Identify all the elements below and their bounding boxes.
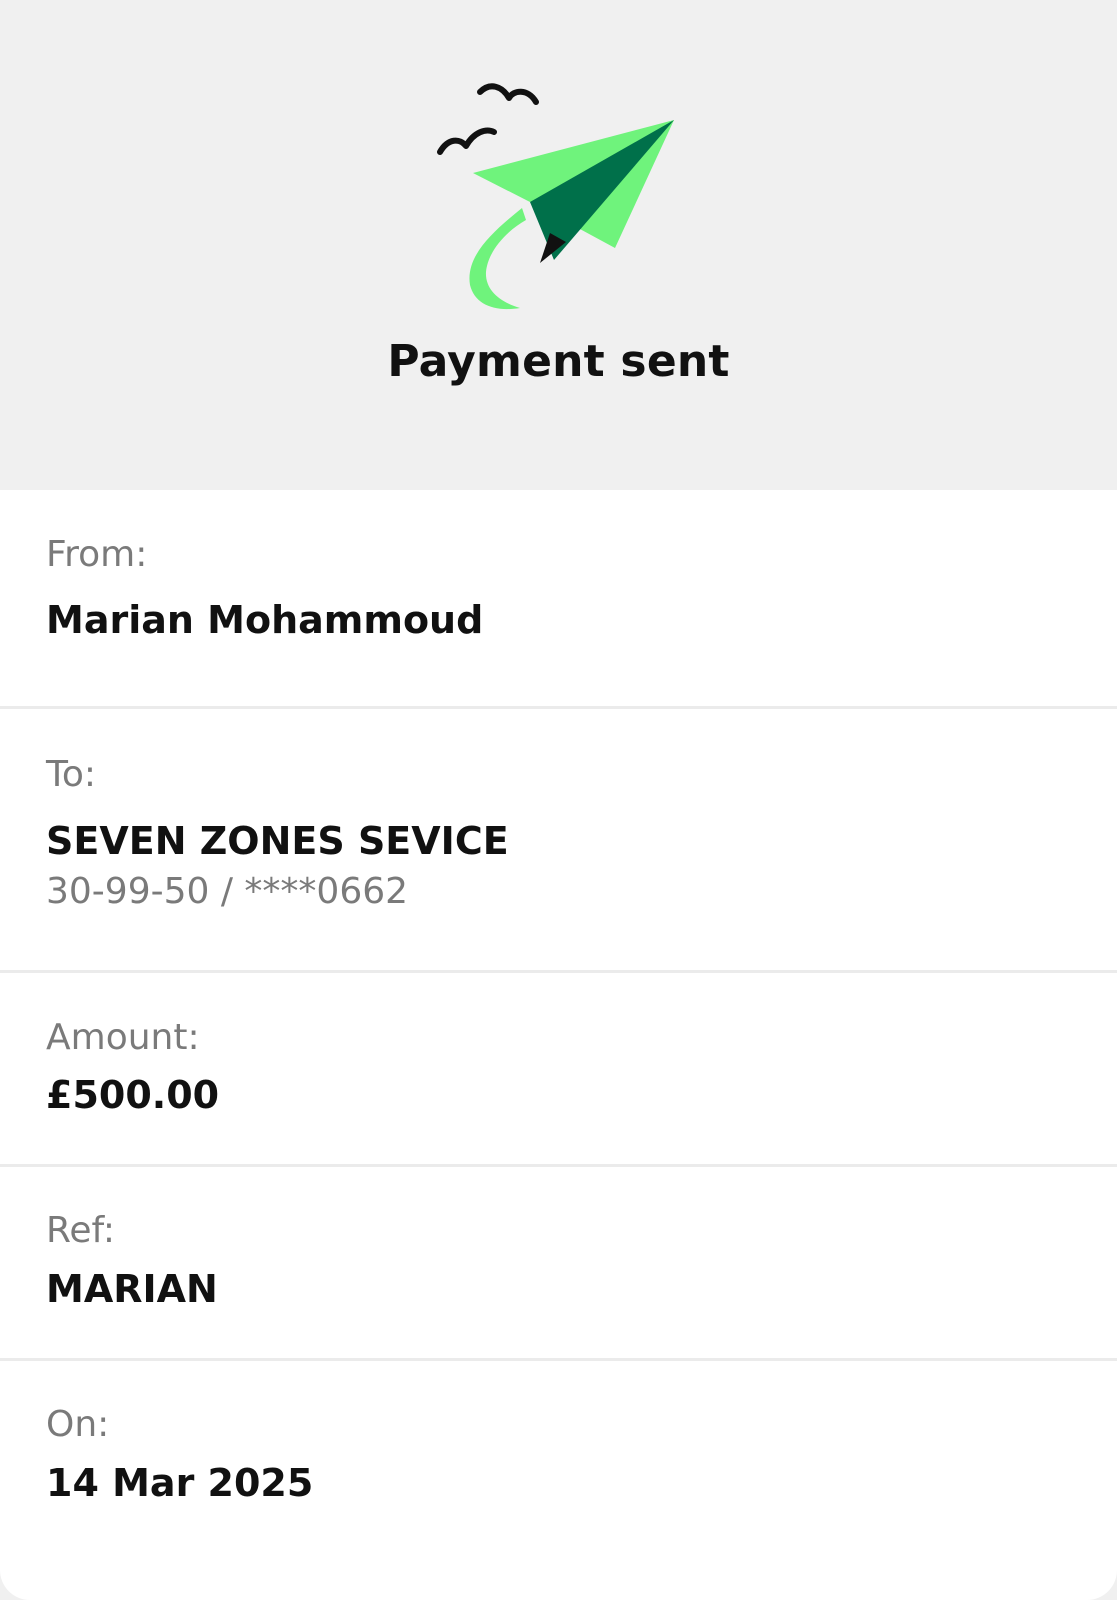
on-label: On: (46, 1404, 110, 1445)
to-account-number: 30-99-50 / ****0662 (46, 871, 409, 912)
ref-value: MARIAN (46, 1267, 218, 1311)
payment-confirmation-screen: Payment sent From: Marian Mohammoud To: … (0, 0, 1117, 1600)
from-value: Marian Mohammoud (46, 598, 484, 642)
on-value: 14 Mar 2025 (46, 1461, 314, 1505)
detail-row-amount: Amount: £500.00 (0, 973, 1117, 1167)
detail-row-on: On: 14 Mar 2025 (0, 1361, 1117, 1600)
detail-row-to: To: SEVEN ZONES SEVICE 30-99-50 / ****06… (0, 709, 1117, 973)
detail-row-ref: Ref: MARIAN (0, 1167, 1117, 1361)
detail-row-from: From: Marian Mohammoud (0, 490, 1117, 709)
amount-value: £500.00 (46, 1073, 220, 1117)
from-label: From: (46, 534, 148, 575)
paper-plane-icon (437, 83, 674, 310)
payment-details: From: Marian Mohammoud To: SEVEN ZONES S… (0, 490, 1117, 1600)
to-label: To: (46, 754, 97, 795)
confirmation-header: Payment sent (0, 0, 1117, 490)
to-value: SEVEN ZONES SEVICE (46, 819, 509, 863)
amount-label: Amount: (46, 1017, 200, 1058)
page-title: Payment sent (387, 336, 730, 387)
ref-label: Ref: (46, 1210, 116, 1251)
